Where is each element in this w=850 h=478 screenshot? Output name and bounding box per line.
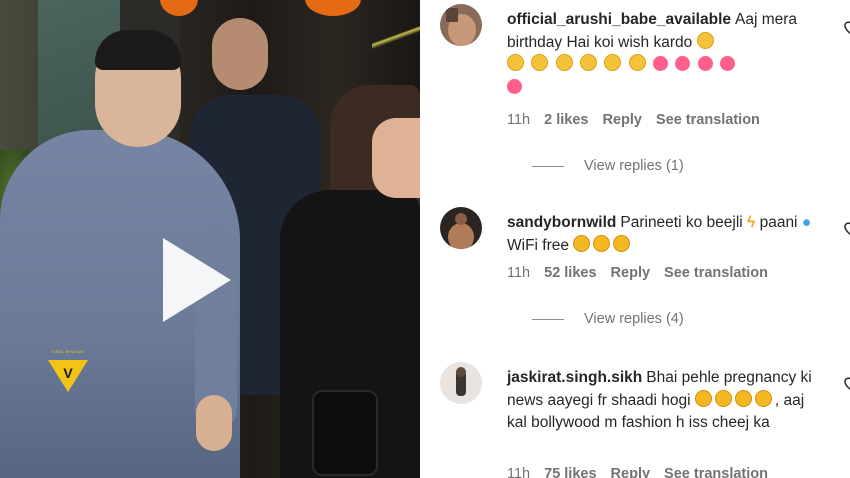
comment-message: Parineeti ko beejli [620, 214, 743, 231]
pleading-face-icon [531, 54, 549, 71]
video-person-man-hair [95, 30, 181, 70]
comment-meta: 11h 2 likes Reply See translation [507, 112, 760, 128]
view-replies-button[interactable]: View replies (4) [532, 311, 684, 327]
viral-bhayani-logo-icon: V [48, 360, 88, 392]
video-person-background-head [212, 18, 268, 90]
smiling-face-with-hearts-icon [652, 56, 668, 71]
comments-panel[interactable]: official_arushi_babe_available Aaj mera b… [420, 0, 850, 478]
droplet-icon: ● [801, 214, 812, 231]
view-replies-label[interactable]: View replies (4) [584, 311, 684, 327]
emoji-row [507, 54, 738, 96]
heart-icon[interactable] [842, 18, 850, 36]
comment-likes[interactable]: 75 likes [544, 466, 596, 478]
view-replies-label[interactable]: View replies (1) [584, 158, 684, 174]
reply-button[interactable]: Reply [611, 265, 651, 281]
video-balloon [305, 0, 361, 16]
video-handbag [312, 390, 378, 476]
smiling-face-with-hearts-icon [507, 78, 522, 94]
rolling-laughing-icon [714, 389, 732, 407]
view-replies-button[interactable]: View replies (1) [532, 158, 684, 174]
comment-time: 11h [507, 466, 531, 478]
reply-button[interactable]: Reply [611, 466, 651, 478]
smiling-face-with-hearts-icon [675, 56, 691, 71]
see-translation-button[interactable]: See translation [664, 466, 768, 478]
comment-likes[interactable]: 2 likes [544, 112, 588, 128]
video-person-woman-face [372, 118, 420, 198]
rolling-laughing-icon [754, 389, 772, 407]
play-icon[interactable] [163, 238, 231, 322]
comment-time: 11h [507, 265, 531, 281]
avatar[interactable] [440, 362, 482, 404]
video-leaf [372, 0, 420, 90]
comment-username[interactable]: sandybornwild [507, 214, 616, 231]
video-player[interactable]: V VIRAL BHAYANI [0, 0, 420, 478]
smiling-face-with-hearts-icon [719, 56, 735, 71]
avatar[interactable] [440, 207, 482, 249]
pleading-face-icon [579, 54, 597, 71]
comment-message-3: WiFi free [507, 236, 569, 254]
comment-meta: 11h 75 likes Reply See translation [507, 466, 768, 478]
heart-icon[interactable] [842, 219, 850, 237]
comment-text: jaskirat.singh.sikh Bhai pehle pregnancy … [507, 367, 817, 435]
comment-likes[interactable]: 52 likes [544, 265, 596, 281]
replies-divider [532, 165, 564, 167]
heart-icon[interactable] [842, 374, 850, 392]
comment-time: 11h [507, 112, 531, 128]
comment-message-2: paani [759, 214, 798, 231]
rolling-laughing-icon [593, 234, 611, 252]
rolling-laughing-icon [694, 389, 712, 407]
see-translation-button[interactable]: See translation [664, 265, 768, 281]
comment-meta: 11h 52 likes Reply See translation [507, 265, 768, 281]
comment-username[interactable]: official_arushi_babe_available [507, 11, 731, 28]
avatar[interactable] [440, 4, 482, 46]
pleading-face-icon [555, 54, 573, 71]
watermark-text: VIRAL BHAYANI [51, 349, 85, 354]
pleading-face-icon [604, 54, 622, 71]
lightning-icon: ϟ [747, 214, 756, 231]
svg-text:V: V [63, 365, 73, 381]
comment-text: official_arushi_babe_available Aaj mera b… [507, 9, 817, 99]
see-translation-button[interactable]: See translation [656, 112, 760, 128]
comment-username[interactable]: jaskirat.singh.sikh [507, 369, 642, 386]
pleading-face-icon [628, 54, 646, 71]
smiling-face-with-hearts-icon [697, 56, 713, 71]
rolling-laughing-icon [734, 389, 752, 407]
replies-divider [532, 318, 564, 320]
reply-button[interactable]: Reply [602, 112, 642, 128]
pleading-face-icon [507, 54, 524, 71]
rolling-laughing-icon [613, 234, 631, 252]
pleading-face-icon [696, 31, 714, 49]
comment-text: sandybornwild Parineeti ko beejli ϟ paani… [507, 212, 817, 257]
rolling-laughing-icon [573, 234, 591, 252]
video-person-man-hand [196, 395, 232, 451]
